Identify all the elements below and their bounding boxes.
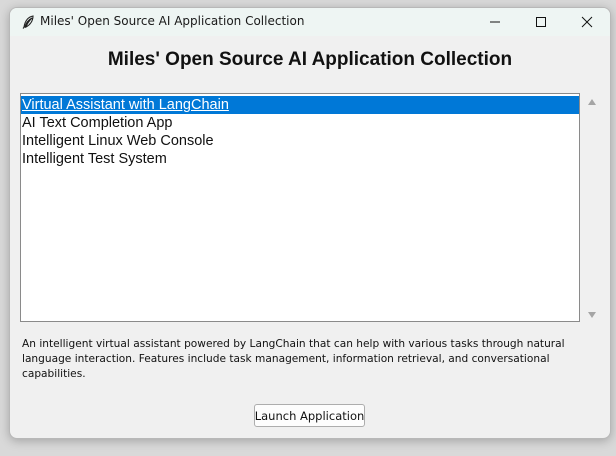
launch-button[interactable]: Launch Application — [254, 404, 365, 427]
list-item-linux-web-console[interactable]: Intelligent Linux Web Console — [21, 132, 579, 150]
maximize-button[interactable] — [518, 8, 564, 36]
close-icon — [581, 13, 593, 32]
list-item-test-system[interactable]: Intelligent Test System — [21, 150, 579, 168]
list-item-virtual-assistant[interactable]: Virtual Assistant with LangChain — [21, 96, 579, 114]
app-description: An intelligent virtual assistant powered… — [22, 338, 565, 380]
list-scrollbar[interactable] — [584, 93, 600, 322]
maximize-icon — [535, 13, 547, 32]
scroll-up-icon[interactable] — [588, 99, 596, 105]
close-button[interactable] — [564, 8, 610, 36]
page-title: Miles' Open Source AI Application Collec… — [107, 49, 513, 70]
app-listbox[interactable]: Virtual Assistant with LangChain AI Text… — [20, 93, 580, 322]
window-title: Miles' Open Source AI Application Collec… — [40, 14, 305, 28]
app-window: Miles' Open Source AI Application Collec… — [9, 7, 611, 439]
title-bar[interactable]: Miles' Open Source AI Application Collec… — [10, 8, 610, 36]
minimize-button[interactable] — [472, 8, 518, 36]
list-item-text-completion[interactable]: AI Text Completion App — [21, 114, 579, 132]
scroll-down-icon[interactable] — [588, 312, 596, 318]
minimize-icon — [489, 13, 501, 32]
feather-icon — [20, 14, 36, 30]
